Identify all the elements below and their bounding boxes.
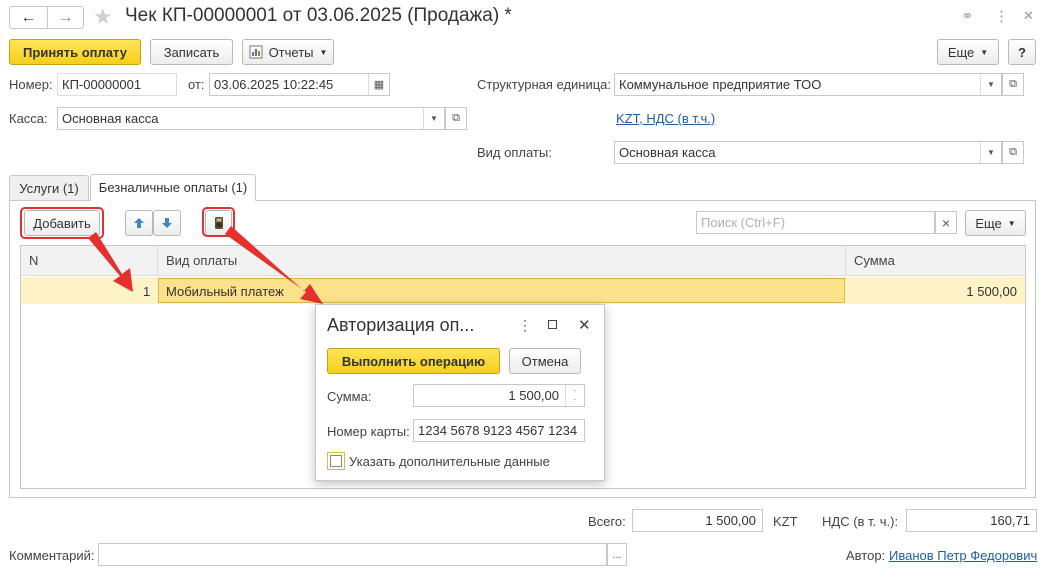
vat-field: 160,71: [906, 509, 1037, 532]
arrow-to-row: [88, 232, 133, 292]
currency-label: KZT: [773, 514, 798, 529]
card-number-label: Номер карты:: [327, 424, 410, 439]
annotation-arrows: [88, 226, 323, 304]
total-label: Всего:: [588, 514, 626, 529]
sum-stepper-icon[interactable]: --: [565, 385, 584, 406]
dialog-sum-field[interactable]: 1 500,00 --: [413, 384, 585, 407]
comment-edit-button[interactable]: ...: [607, 543, 627, 566]
dialog-cancel-button[interactable]: Отмена: [509, 348, 581, 374]
vat-value: 160,71: [990, 513, 1030, 528]
total-value: 1 500,00: [705, 513, 756, 528]
author-label: Автор:: [846, 548, 886, 563]
extra-data-label[interactable]: Указать дополнительные данные: [349, 454, 550, 469]
card-number-value: 1234 5678 9123 4567 1234: [418, 423, 578, 438]
dialog-close-icon[interactable]: ✕: [578, 316, 591, 334]
tab-cashless-label: Безналичные оплаты (1): [98, 180, 248, 195]
tab-cashless-payments[interactable]: Безналичные оплаты (1): [90, 174, 256, 201]
checkbox-inner: [330, 455, 342, 467]
vat-label: НДС (в т. ч.):: [822, 514, 899, 529]
card-number-field[interactable]: 1234 5678 9123 4567 1234: [413, 419, 585, 442]
dialog-title: Авторизация оп...: [327, 315, 475, 335]
arrow-to-dialog: [225, 226, 323, 304]
comment-label: Комментарий:: [9, 548, 95, 563]
dialog-sum-label: Сумма:: [327, 389, 372, 404]
total-field: 1 500,00: [632, 509, 763, 532]
execute-operation-button[interactable]: Выполнить операцию: [327, 348, 500, 374]
dialog-more-icon[interactable]: ⋮: [518, 317, 532, 334]
comment-input[interactable]: [98, 543, 607, 566]
dialog-maximize-icon[interactable]: [548, 320, 557, 329]
extra-data-checkbox[interactable]: [327, 452, 345, 470]
author-link[interactable]: Иванов Петр Федорович: [889, 548, 1037, 563]
dialog-sum-value: 1 500,00: [508, 388, 559, 403]
